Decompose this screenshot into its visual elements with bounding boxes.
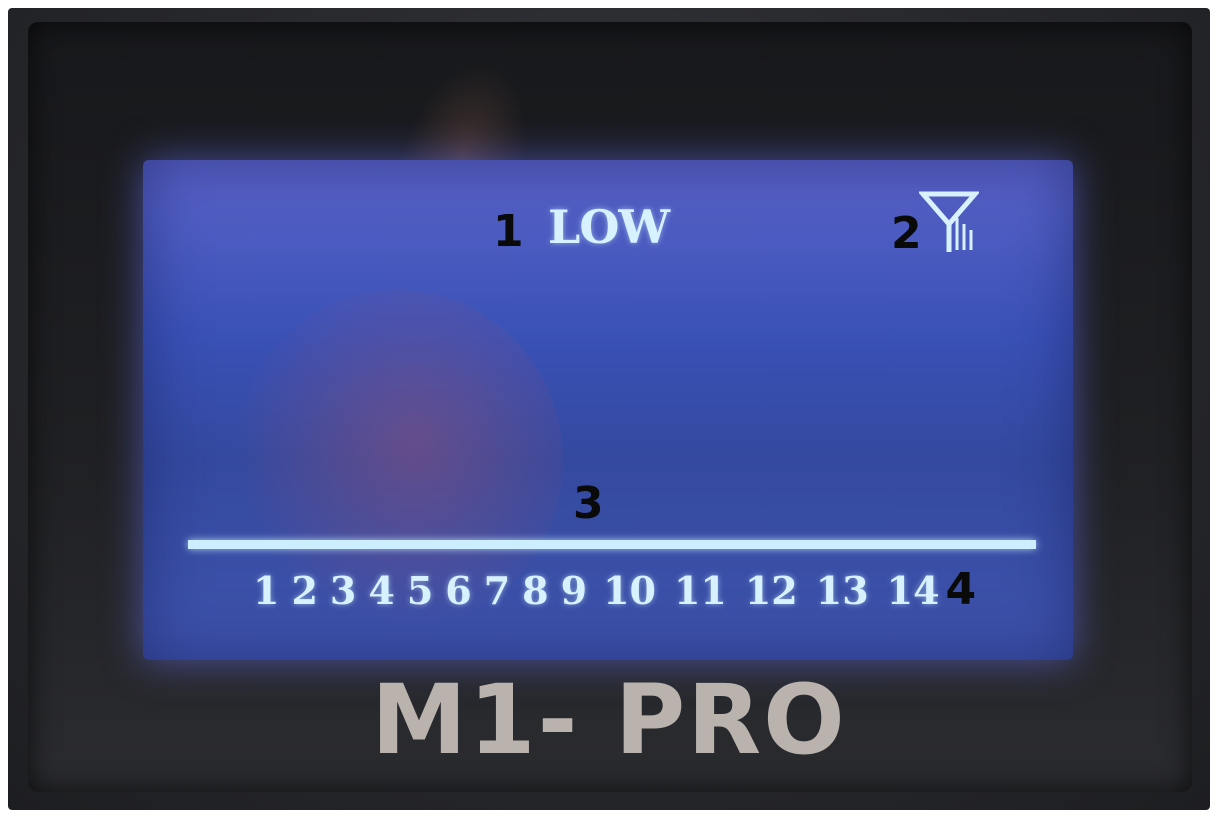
lcd-screen: 1 LOW 2 3 1 2 3 4 5 6 7 8 9 10 11 12 13 … — [143, 160, 1073, 660]
channel-label: 5 — [406, 568, 434, 613]
device-body: 1 LOW 2 3 1 2 3 4 5 6 7 8 9 10 11 12 13 … — [8, 8, 1210, 810]
channel-label: 10 — [603, 568, 656, 613]
channel-label: 1 — [253, 568, 280, 613]
channel-label: 4 — [368, 568, 395, 613]
annotation-3: 3 — [573, 478, 604, 529]
channel-label: 3 — [329, 568, 357, 613]
annotation-2: 2 — [891, 208, 922, 259]
channel-label: 2 — [291, 568, 318, 613]
level-bar — [188, 540, 1036, 549]
channel-label: 8 — [522, 568, 549, 613]
channel-label: 9 — [560, 568, 588, 613]
model-logo: M1- PRO — [371, 664, 847, 776]
channel-label: 6 — [445, 568, 472, 613]
channel-label: 11 — [673, 568, 727, 613]
channel-label: 13 — [815, 568, 869, 613]
channel-label: 7 — [483, 568, 511, 613]
signal-level-icon — [917, 188, 981, 258]
channel-label: 12 — [744, 568, 798, 613]
annotation-4: 4 — [945, 564, 977, 615]
level-indicator: LOW — [548, 200, 670, 254]
channel-label: 14 — [886, 568, 940, 613]
channel-numbers: 1 2 3 4 5 6 7 8 9 10 11 12 13 14 4 — [253, 564, 977, 615]
annotation-1: 1 — [493, 206, 524, 257]
